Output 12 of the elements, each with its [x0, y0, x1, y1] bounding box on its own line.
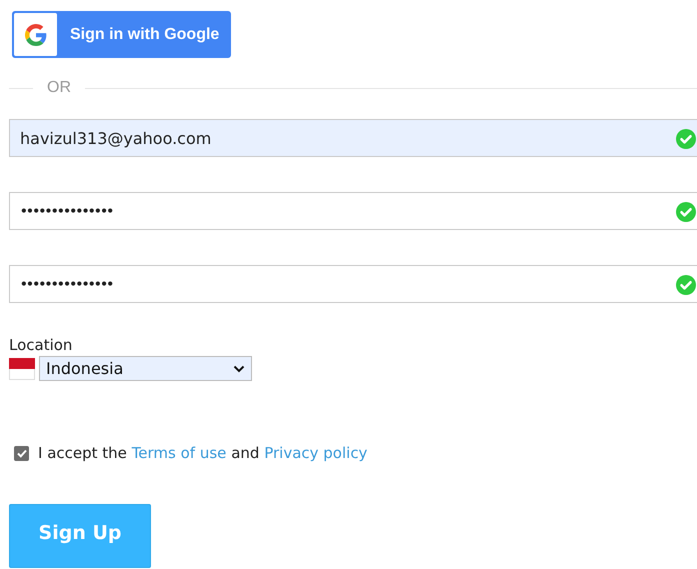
terms-checkbox[interactable]: [14, 446, 29, 460]
flag-icon: [9, 358, 35, 380]
terms-text: I accept the Terms of use and Privacy policy: [38, 444, 368, 462]
divider-label: OR: [47, 79, 71, 97]
password-field[interactable]: •••••••••••••••: [9, 192, 697, 230]
google-sign-in-button[interactable]: Sign in with Google: [12, 11, 231, 58]
email-field[interactable]: havizul313@yahoo.com: [9, 119, 697, 157]
google-logo-icon: [24, 24, 46, 46]
location-select[interactable]: Indonesia: [39, 356, 252, 381]
location-label: Location: [9, 336, 74, 354]
password-field[interactable]: •••••••••••••••: [9, 265, 697, 303]
chevron-down-icon: [233, 364, 245, 372]
